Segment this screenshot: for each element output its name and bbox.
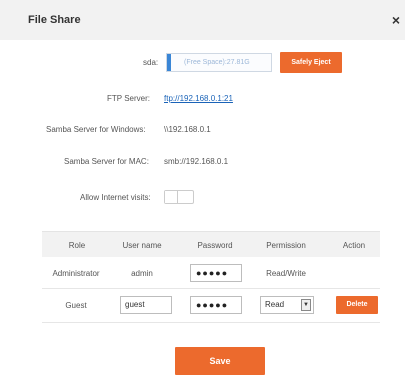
ftp-server-link[interactable]: ftp://192.168.0.1:21	[164, 94, 233, 103]
row2-password-field[interactable]: ●●●●●	[190, 296, 242, 314]
row1-username: admin	[131, 269, 153, 278]
ftp-server-label: FTP Server:	[107, 94, 150, 103]
header-password: Password	[197, 241, 233, 250]
sda-space-text: (Free Space):27.81G	[184, 59, 250, 66]
row-divider	[42, 322, 380, 323]
dialog-header: File Share ×	[0, 0, 405, 40]
internet-visits-label: Allow Internet visits:	[80, 193, 151, 202]
header-permission: Permission	[266, 241, 306, 250]
row2-role: Guest	[65, 301, 87, 310]
row2-permission-value: Read	[265, 300, 285, 309]
samba-windows-value: \\192.168.0.1	[164, 125, 211, 134]
row1-role: Administrator	[52, 269, 100, 278]
save-button[interactable]: Save	[175, 347, 265, 375]
file-share-dialog: File Share × sda: (Free Space):27.81G Sa…	[0, 0, 405, 382]
row-divider	[42, 288, 380, 289]
header-username: User name	[122, 241, 162, 250]
close-icon[interactable]: ×	[389, 12, 403, 28]
sda-label: sda:	[143, 58, 159, 67]
sda-space-field: (Free Space):27.81G	[166, 53, 272, 72]
samba-mac-value: smb://192.168.0.1	[164, 157, 229, 166]
row2-username-field[interactable]: guest	[120, 296, 172, 314]
users-table: Role User name Password Permission Actio…	[42, 231, 380, 323]
sda-usage-bar	[167, 54, 171, 71]
header-role: Role	[68, 241, 86, 250]
delete-guest-button[interactable]: Delete	[336, 296, 378, 314]
dialog-title: File Share	[28, 14, 81, 26]
samba-mac-label: Samba Server for MAC:	[64, 157, 149, 166]
toggle-knob	[165, 191, 178, 203]
row1-permission: Read/Write	[266, 269, 306, 278]
safely-eject-button[interactable]: Safely Eject	[280, 52, 342, 73]
samba-windows-label: Samba Server for Windows:	[46, 125, 146, 134]
table-header: Role User name Password Permission Actio…	[42, 232, 380, 257]
chevron-down-icon: ▼	[301, 299, 311, 311]
row1-password-field[interactable]: ●●●●●	[190, 264, 242, 282]
row2-permission-select[interactable]: Read ▼	[260, 296, 314, 314]
header-action: Action	[342, 241, 366, 250]
internet-visits-toggle[interactable]	[164, 190, 194, 204]
